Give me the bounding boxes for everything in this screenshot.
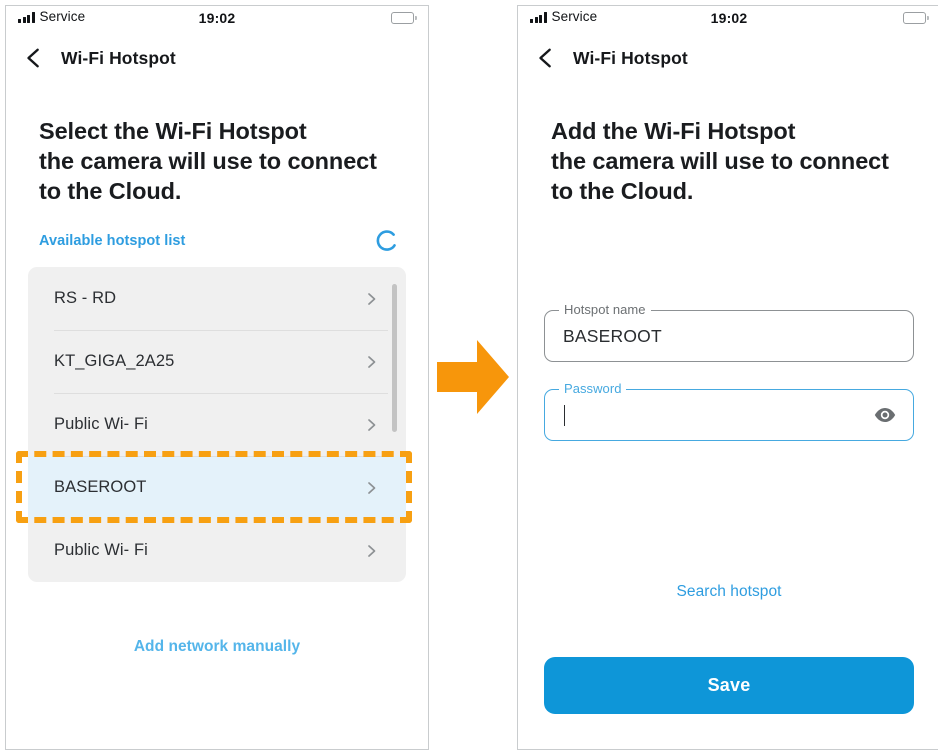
heading-line-1: Add the Wi-Fi Hotspot [551, 118, 796, 144]
nav-bar-right: Wi-Fi Hotspot [518, 36, 938, 80]
heading-line-3: to the Cloud. [39, 178, 182, 204]
text-caret [564, 404, 566, 426]
hotspot-name: BASEROOT [54, 478, 147, 496]
password-input[interactable] [544, 389, 914, 441]
battery-full-icon [902, 12, 929, 24]
heading-line-2: the camera will use to connect [551, 148, 889, 174]
chevron-right-icon [368, 418, 376, 431]
loading-spinner-icon[interactable] [374, 228, 400, 254]
hotspot-list[interactable]: RS - RD KT_GIGA_2A25 Public Wi- Fi BASER… [28, 267, 406, 582]
save-button[interactable]: Save [544, 657, 914, 714]
status-bar-right: Service 19:02 [518, 6, 938, 36]
status-bar-left: Service 19:02 [6, 6, 428, 36]
clock-label: 19:02 [198, 10, 236, 26]
page-title: Wi-Fi Hotspot [573, 47, 688, 68]
screen-heading-left: Select the Wi-Fi Hotspot the camera will … [6, 80, 428, 206]
chevron-right-icon [368, 355, 376, 368]
hotspot-name: Public Wi- Fi [54, 541, 148, 559]
back-chevron-icon[interactable] [23, 47, 45, 69]
back-chevron-icon[interactable] [535, 47, 557, 69]
hotspot-name-input[interactable]: BASEROOT [544, 310, 914, 362]
chevron-right-icon [368, 481, 376, 494]
hotspot-name-value: BASEROOT [563, 325, 662, 346]
list-item[interactable]: RS - RD [28, 267, 406, 330]
heading-line-3: to the Cloud. [551, 178, 694, 204]
page-title: Wi-Fi Hotspot [61, 47, 176, 68]
list-item[interactable]: Public Wi- Fi [28, 519, 406, 582]
list-item[interactable]: KT_GIGA_2A25 [28, 330, 406, 393]
list-item-selected[interactable]: BASEROOT [28, 456, 406, 519]
hotspot-name: KT_GIGA_2A25 [54, 352, 175, 370]
phone-screen-add-hotspot: Service 19:02 Wi-Fi Hotspot Add the Wi-F… [517, 5, 938, 750]
chevron-right-icon [368, 292, 376, 305]
right-arrow-icon [437, 338, 509, 416]
eye-icon[interactable] [873, 403, 897, 427]
battery-full-icon [390, 12, 417, 24]
available-hotspot-list-label: Available hotspot list [39, 233, 186, 249]
nav-bar-left: Wi-Fi Hotspot [6, 36, 428, 80]
hotspot-name: RS - RD [54, 289, 117, 307]
clock-label: 19:02 [710, 10, 748, 26]
phone-screen-select-hotspot: Service 19:02 Wi-Fi Hotspot Select the W… [5, 5, 429, 750]
add-network-manually-link[interactable]: Add network manually [6, 638, 428, 656]
search-hotspot-link[interactable]: Search hotspot [518, 583, 938, 601]
heading-line-2: the camera will use to connect [39, 148, 377, 174]
available-list-header: Available hotspot list [6, 206, 428, 254]
password-field-wrap: Password [544, 380, 914, 441]
password-label: Password [559, 380, 627, 396]
heading-line-1: Select the Wi-Fi Hotspot [39, 118, 307, 144]
chevron-right-icon [368, 544, 376, 557]
hotspot-name-label: Hotspot name [559, 301, 651, 317]
hotspot-name-field-wrap: BASEROOT Hotspot name [544, 301, 914, 362]
list-item[interactable]: Public Wi- Fi [28, 393, 406, 456]
hotspot-name: Public Wi- Fi [54, 415, 148, 433]
list-scrollbar[interactable] [392, 284, 397, 432]
screen-heading-right: Add the Wi-Fi Hotspot the camera will use… [518, 80, 938, 206]
